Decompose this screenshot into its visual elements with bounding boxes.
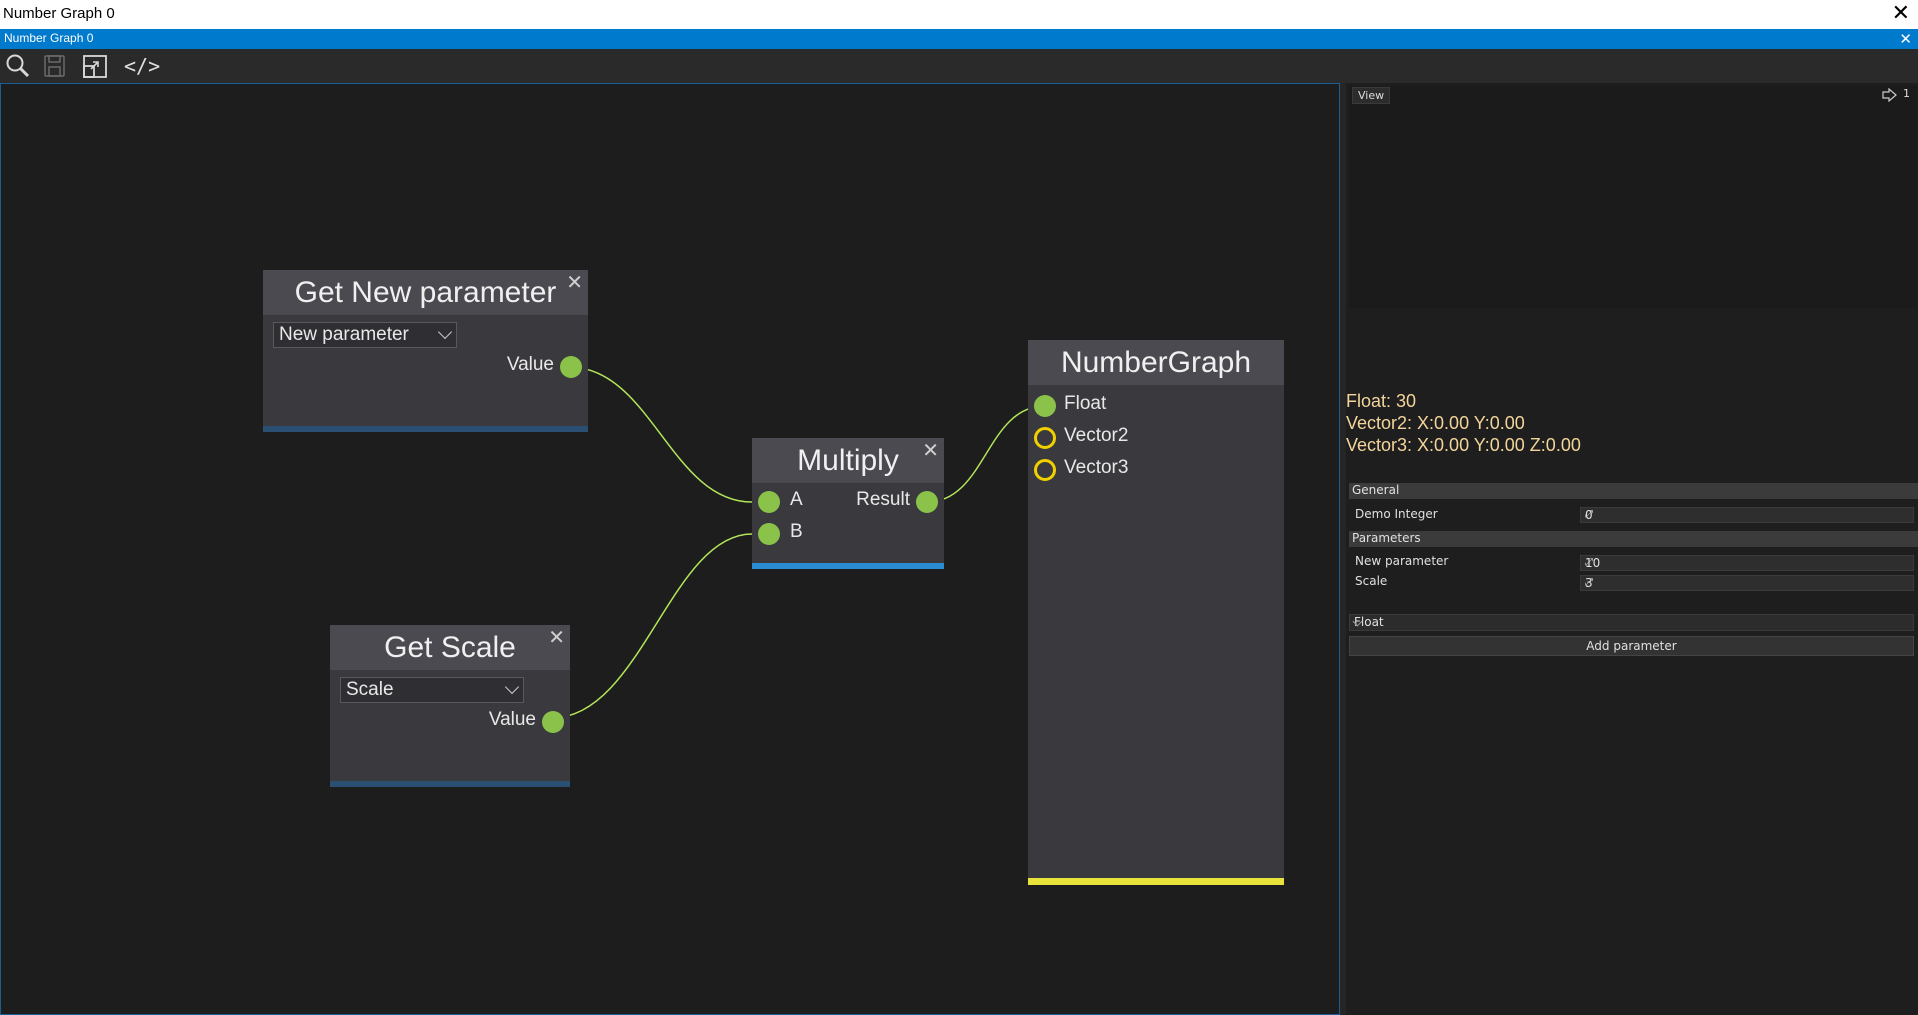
search-icon[interactable] [4,53,32,79]
expand-icon[interactable]: ⤢ [1585,509,1910,520]
connection-value-to-a [568,366,753,503]
parameter-type-select[interactable]: Float [1349,614,1914,631]
node-header[interactable]: Multiply ✕ [752,438,944,483]
parameter-dropdown[interactable]: Scale [340,677,524,703]
save-icon[interactable] [41,53,69,79]
preview-float-readout: Float: 30 [1346,391,1417,411]
input-label-a: A [790,489,803,510]
expand-icon[interactable]: ⤢ [1585,577,1910,588]
node-close-icon[interactable]: ✕ [566,270,583,295]
graph-canvas[interactable]: Get New parameter ✕ New parameter Value … [0,83,1340,1015]
expand-icon[interactable]: ⤢ [1585,557,1910,568]
tab-close-icon[interactable]: ✕ [1899,29,1912,49]
output-pin-result[interactable] [916,491,938,513]
output-pin-value[interactable] [560,356,582,378]
input-pin-a[interactable] [758,491,780,513]
counter-value: 1 [1903,87,1910,100]
node-get-new-parameter[interactable]: Get New parameter ✕ New parameter Value [263,270,588,432]
dropdown-value: New parameter [279,324,409,345]
node-title: Multiply [797,444,899,477]
node-header[interactable]: Get New parameter ✕ [263,270,588,315]
node-multiply[interactable]: Multiply ✕ A B Result [752,438,944,569]
chevron-down-icon [504,679,520,695]
export-icon [1882,88,1897,102]
scale-label: Scale [1355,574,1388,588]
view-button[interactable]: View [1352,87,1391,104]
input-label-vector3: Vector3 [1064,457,1129,478]
tab-number-graph[interactable]: Number Graph 0 [4,31,93,45]
preview-counter[interactable]: 1 [1882,87,1912,103]
output-label: Result [856,489,910,510]
document-tab-bar: Number Graph 0 ✕ [0,29,1918,49]
node-number-graph[interactable]: NumberGraph Float Vector2 Vector3 [1028,340,1284,885]
node-title: Get New parameter [294,276,557,309]
scale-field[interactable]: 3 ⤢ [1580,575,1914,591]
node-footer [263,426,588,432]
toolbar: </> [0,49,1918,83]
preview-vector2-readout: Vector2: X:0.00 Y:0.00 [1346,413,1525,433]
preview-vector3-readout: Vector3: X:0.00 Y:0.00 Z:0.00 [1346,435,1581,455]
node-header[interactable]: Get Scale ✕ [330,625,570,670]
preview-area [1349,86,1917,308]
properties-list: General Demo Integer 0 ⤢ Parameters New p… [1346,483,1918,683]
node-title: Get Scale [384,631,516,664]
node-get-scale[interactable]: Get Scale ✕ Scale Value [330,625,570,787]
input-label-float: Float [1064,393,1107,414]
fit-view-icon[interactable] [82,53,110,79]
code-icon[interactable]: </> [124,53,160,79]
output-label: Value [488,709,536,730]
input-pin-b[interactable] [758,523,780,545]
demo-integer-label: Demo Integer [1355,507,1438,521]
input-pin-vector3[interactable] [1034,459,1056,481]
node-close-icon[interactable]: ✕ [922,438,939,463]
input-label-vector2: Vector2 [1064,425,1129,446]
output-pin-value[interactable] [542,711,564,733]
connection-value-to-b [551,533,753,719]
section-parameters[interactable]: Parameters [1349,531,1918,547]
node-footer [752,563,944,569]
input-pin-float[interactable] [1034,395,1056,417]
section-general-label: General [1352,483,1400,497]
new-parameter-field[interactable]: 10 ⤢ [1580,555,1914,571]
node-footer [1028,878,1284,885]
section-general[interactable]: General [1349,483,1918,499]
node-header[interactable]: NumberGraph [1028,340,1284,385]
window-titlebar: Number Graph 0 ✕ [0,0,1918,29]
new-parameter-label: New parameter [1355,554,1449,568]
dropdown-value: Scale [346,679,394,700]
node-footer [330,781,570,787]
input-label-b: B [790,521,803,542]
demo-integer-field[interactable]: 0 ⤢ [1580,507,1914,523]
input-pin-vector2[interactable] [1034,427,1056,449]
node-title: NumberGraph [1060,346,1252,379]
window-close-icon[interactable]: ✕ [1892,1,1910,27]
section-parameters-label: Parameters [1352,531,1421,545]
output-label: Value [506,354,554,375]
chevron-down-icon [437,324,453,340]
window-title: Number Graph 0 [3,5,115,22]
add-parameter-button[interactable]: Add parameter [1349,636,1914,656]
parameter-dropdown[interactable]: New parameter [273,322,457,348]
node-close-icon[interactable]: ✕ [548,625,565,650]
